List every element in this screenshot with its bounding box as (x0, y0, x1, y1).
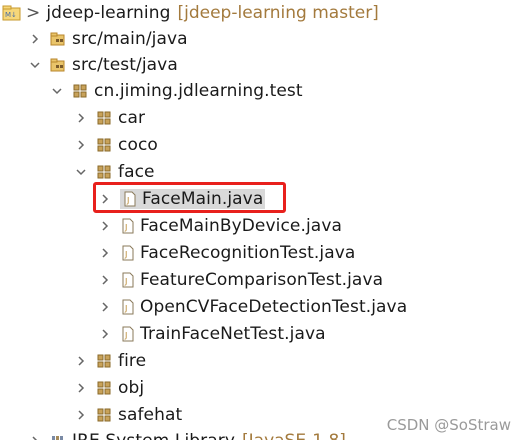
selection-highlight: J FaceMain.java (120, 189, 266, 209)
tree-item-src-main[interactable]: src/main/java (28, 26, 188, 52)
chevron-right-icon[interactable] (98, 327, 112, 341)
chevron-right-icon[interactable] (98, 192, 112, 206)
chevron-right-icon[interactable] (98, 246, 112, 260)
package-icon (72, 83, 88, 99)
project-name: jdeep-learning (46, 3, 171, 23)
svg-text:J: J (124, 331, 127, 340)
watermark: CSDN @SoStraw (386, 416, 511, 434)
src-main-label: src/main/java (72, 29, 188, 49)
tree-item-safehat[interactable]: safehat (74, 402, 182, 428)
chevron-down-icon[interactable] (28, 58, 42, 72)
tree-item-face[interactable]: face (74, 159, 155, 185)
chevron-down-icon[interactable] (74, 165, 88, 179)
tree-item-coco[interactable]: coco (74, 132, 158, 158)
tree-item-obj[interactable]: obj (74, 375, 144, 401)
chevron-right-icon[interactable] (74, 111, 88, 125)
project-chevron[interactable]: > (26, 3, 40, 23)
chevron-right-icon[interactable] (98, 219, 112, 233)
package-icon (96, 164, 112, 180)
package-coco-label: coco (118, 135, 158, 155)
svg-text:J: J (124, 223, 127, 232)
package-face-label: face (118, 162, 155, 182)
jre-annotation: [JavaSE-1.8] (242, 431, 346, 440)
package-icon (96, 137, 112, 153)
tree-item-featurecomparisontest[interactable]: J FeatureComparisonTest.java (98, 267, 383, 293)
svg-text:J: J (126, 196, 129, 205)
source-folder-icon (50, 31, 66, 47)
chevron-right-icon[interactable] (28, 434, 42, 440)
svg-text:J: J (124, 277, 127, 286)
chevron-right-icon[interactable] (74, 408, 88, 422)
chevron-right-icon[interactable] (28, 32, 42, 46)
package-icon (96, 407, 112, 423)
file-facemain-label: FaceMain.java (142, 189, 264, 209)
tree-item-facerecognitiontest[interactable]: J FaceRecognitionTest.java (98, 240, 355, 266)
file-facerecognitiontest-label: FaceRecognitionTest.java (140, 243, 356, 263)
file-trainfacenettest-label: TrainFaceNetTest.java (140, 324, 326, 344)
package-safehat-label: safehat (118, 405, 183, 425)
package-label: cn.jiming.jdlearning.test (94, 81, 303, 101)
library-icon (50, 433, 66, 440)
package-fire-label: fire (118, 351, 147, 371)
java-file-icon: J (120, 218, 136, 234)
file-opencvfacedetectiontest-label: OpenCVFaceDetectionTest.java (140, 297, 408, 317)
file-featurecomparisontest-label: FeatureComparisonTest.java (140, 270, 384, 290)
project-icon: M↓ (2, 5, 21, 21)
tree-item-facemainbydevice[interactable]: J FaceMainByDevice.java (98, 213, 342, 239)
java-file-icon: J (120, 245, 136, 261)
jre-label: JRE System Library (72, 431, 235, 440)
source-folder-icon (50, 57, 66, 73)
chevron-right-icon[interactable] (74, 354, 88, 368)
chevron-right-icon[interactable] (98, 273, 112, 287)
package-explorer-tree: M↓ > jdeep-learning [jdeep-learning mast… (0, 0, 517, 440)
package-icon (96, 110, 112, 126)
src-test-label: src/test/java (72, 55, 178, 75)
chevron-right-icon[interactable] (98, 300, 112, 314)
svg-text:J: J (124, 304, 127, 313)
tree-item-package[interactable]: cn.jiming.jdlearning.test (50, 78, 303, 104)
package-icon (96, 380, 112, 396)
tree-item-jre[interactable]: JRE System Library [JavaSE-1.8] (28, 428, 346, 440)
svg-text:J: J (124, 250, 127, 259)
chevron-down-icon[interactable] (50, 84, 64, 98)
package-icon (96, 353, 112, 369)
tree-item-trainfacenettest[interactable]: J TrainFaceNetTest.java (98, 321, 326, 347)
tree-item-src-test[interactable]: src/test/java (28, 52, 178, 78)
file-facemainbydevice-label: FaceMainByDevice.java (140, 216, 343, 236)
chevron-right-icon[interactable] (74, 381, 88, 395)
tree-item-project[interactable]: M↓ > jdeep-learning [jdeep-learning mast… (0, 0, 379, 26)
package-car-label: car (118, 108, 146, 128)
svg-text:M↓: M↓ (5, 11, 17, 19)
chevron-right-icon[interactable] (74, 138, 88, 152)
java-file-icon: J (120, 272, 136, 288)
tree-item-opencvfacedetectiontest[interactable]: J OpenCVFaceDetectionTest.java (98, 294, 407, 320)
project-annotation: [jdeep-learning master] (177, 3, 379, 23)
java-file-icon: J (122, 191, 138, 207)
tree-item-car[interactable]: car (74, 105, 145, 131)
tree-item-fire[interactable]: fire (74, 348, 146, 374)
java-file-icon: J (120, 326, 136, 342)
package-obj-label: obj (118, 378, 145, 398)
java-file-icon: J (120, 299, 136, 315)
tree-item-facemain[interactable]: J FaceMain.java (98, 186, 266, 212)
